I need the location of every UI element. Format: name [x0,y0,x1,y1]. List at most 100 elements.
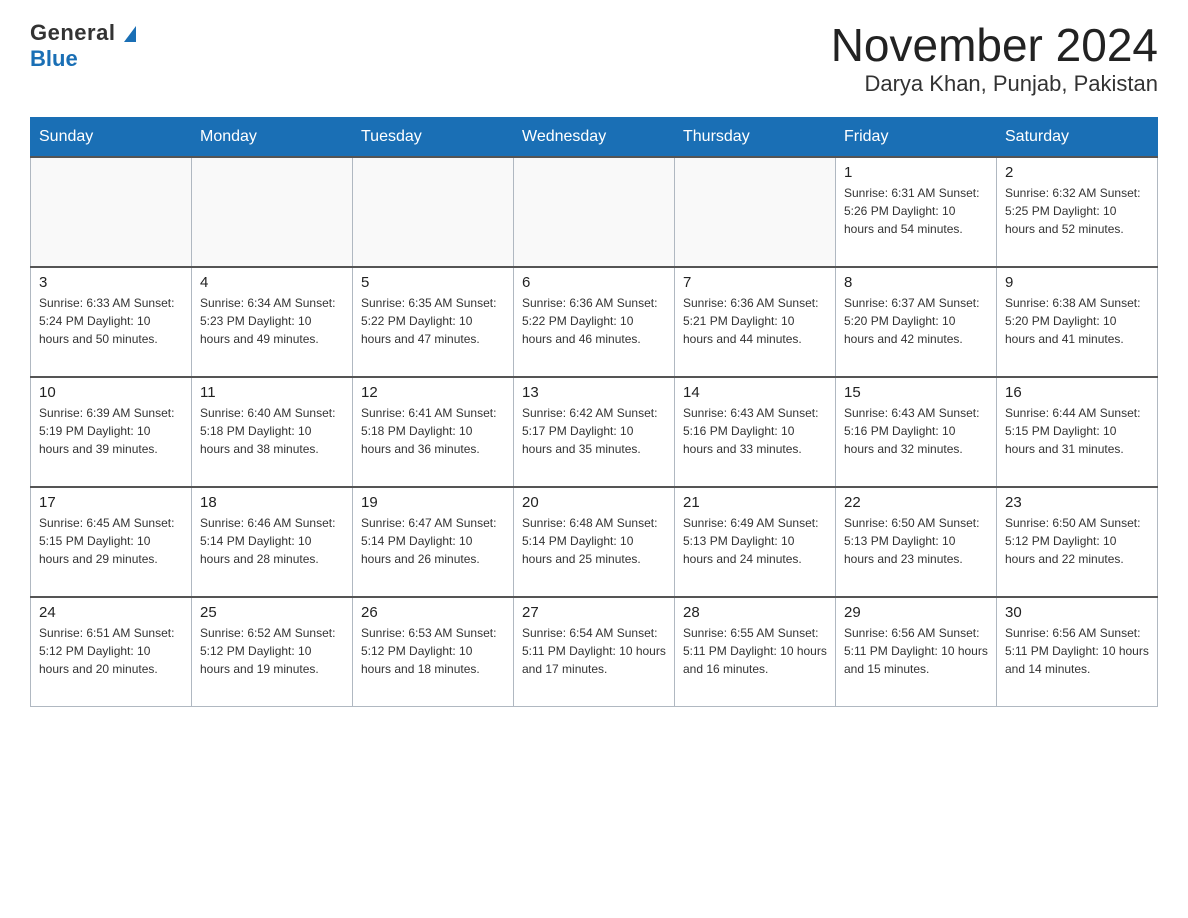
day-info: Sunrise: 6:51 AM Sunset: 5:12 PM Dayligh… [39,624,183,678]
day-info: Sunrise: 6:43 AM Sunset: 5:16 PM Dayligh… [683,404,827,458]
calendar-cell: 24Sunrise: 6:51 AM Sunset: 5:12 PM Dayli… [31,597,192,707]
day-number: 3 [39,274,183,291]
weekday-header-saturday: Saturday [997,117,1158,157]
day-number: 21 [683,494,827,511]
calendar-cell: 3 Sunrise: 6:33 AM Sunset: 5:24 PM Daylig… [31,267,192,377]
day-number: 19 [361,494,505,511]
logo-blue-label: Blue [30,46,78,72]
day-info: Sunrise: 6:39 AM Sunset: 5:19 PM Dayligh… [39,404,183,458]
day-number: 25 [200,604,344,621]
day-number: 26 [361,604,505,621]
calendar-cell: 4Sunrise: 6:34 AM Sunset: 5:23 PM Daylig… [192,267,353,377]
title-block: November 2024 Darya Khan, Punjab, Pakist… [831,20,1158,97]
calendar-cell: 9Sunrise: 6:38 AM Sunset: 5:20 PM Daylig… [997,267,1158,377]
day-info: Sunrise: 6:43 AM Sunset: 5:16 PM Dayligh… [844,404,988,458]
logo-triangle-icon [124,26,136,42]
logo-blue-text: Blue [30,46,78,72]
day-number: 17 [39,494,183,511]
day-number: 20 [522,494,666,511]
calendar-cell: 8 Sunrise: 6:37 AM Sunset: 5:20 PM Daylig… [836,267,997,377]
day-info: Sunrise: 6:37 AM Sunset: 5:20 PM Dayligh… [844,294,988,348]
day-number: 27 [522,604,666,621]
calendar-week-row: 1Sunrise: 6:31 AM Sunset: 5:26 PM Daylig… [31,157,1158,267]
calendar-week-row: 17 Sunrise: 6:45 AM Sunset: 5:15 PM Dayli… [31,487,1158,597]
day-info: Sunrise: 6:33 AM Sunset: 5:24 PM Dayligh… [39,294,183,348]
weekday-header-tuesday: Tuesday [353,117,514,157]
calendar-cell: 17 Sunrise: 6:45 AM Sunset: 5:15 PM Dayli… [31,487,192,597]
calendar-header-row: SundayMondayTuesdayWednesdayThursdayFrid… [31,117,1158,157]
calendar-cell [192,157,353,267]
day-number: 29 [844,604,988,621]
calendar-cell: 15 Sunrise: 6:43 AM Sunset: 5:16 PM Dayli… [836,377,997,487]
day-info: Sunrise: 6:41 AM Sunset: 5:18 PM Dayligh… [361,404,505,458]
day-number: 2 [1005,164,1149,181]
day-number: 16 [1005,384,1149,401]
calendar-cell: 28Sunrise: 6:55 AM Sunset: 5:11 PM Dayli… [675,597,836,707]
day-info: Sunrise: 6:35 AM Sunset: 5:22 PM Dayligh… [361,294,505,348]
calendar-cell: 30 Sunrise: 6:56 AM Sunset: 5:11 PM Dayli… [997,597,1158,707]
calendar-cell: 5 Sunrise: 6:35 AM Sunset: 5:22 PM Daylig… [353,267,514,377]
calendar-cell [353,157,514,267]
weekday-header-sunday: Sunday [31,117,192,157]
calendar-cell: 21 Sunrise: 6:49 AM Sunset: 5:13 PM Dayli… [675,487,836,597]
day-info: Sunrise: 6:56 AM Sunset: 5:11 PM Dayligh… [1005,624,1149,678]
day-number: 22 [844,494,988,511]
page-header: General Blue November 2024 Darya Khan, P… [30,20,1158,97]
day-info: Sunrise: 6:40 AM Sunset: 5:18 PM Dayligh… [200,404,344,458]
logo-general-label: General [30,20,115,45]
calendar-cell: 13 Sunrise: 6:42 AM Sunset: 5:17 PM Dayli… [514,377,675,487]
calendar-cell: 22 Sunrise: 6:50 AM Sunset: 5:13 PM Dayli… [836,487,997,597]
day-info: Sunrise: 6:32 AM Sunset: 5:25 PM Dayligh… [1005,184,1149,238]
location-subtitle: Darya Khan, Punjab, Pakistan [831,71,1158,97]
calendar-cell [31,157,192,267]
day-info: Sunrise: 6:44 AM Sunset: 5:15 PM Dayligh… [1005,404,1149,458]
day-number: 7 [683,274,827,291]
month-year-title: November 2024 [831,20,1158,71]
weekday-header-friday: Friday [836,117,997,157]
calendar-cell: 11 Sunrise: 6:40 AM Sunset: 5:18 PM Dayli… [192,377,353,487]
calendar-cell: 23 Sunrise: 6:50 AM Sunset: 5:12 PM Dayli… [997,487,1158,597]
day-info: Sunrise: 6:36 AM Sunset: 5:22 PM Dayligh… [522,294,666,348]
day-info: Sunrise: 6:49 AM Sunset: 5:13 PM Dayligh… [683,514,827,568]
calendar-week-row: 24Sunrise: 6:51 AM Sunset: 5:12 PM Dayli… [31,597,1158,707]
calendar-cell: 1Sunrise: 6:31 AM Sunset: 5:26 PM Daylig… [836,157,997,267]
day-info: Sunrise: 6:50 AM Sunset: 5:12 PM Dayligh… [1005,514,1149,568]
calendar-cell: 7Sunrise: 6:36 AM Sunset: 5:21 PM Daylig… [675,267,836,377]
day-number: 13 [522,384,666,401]
day-number: 11 [200,384,344,401]
calendar-cell [514,157,675,267]
calendar-cell: 29Sunrise: 6:56 AM Sunset: 5:11 PM Dayli… [836,597,997,707]
day-info: Sunrise: 6:48 AM Sunset: 5:14 PM Dayligh… [522,514,666,568]
day-number: 15 [844,384,988,401]
calendar-cell: 2 Sunrise: 6:32 AM Sunset: 5:25 PM Daylig… [997,157,1158,267]
calendar-week-row: 10 Sunrise: 6:39 AM Sunset: 5:19 PM Dayli… [31,377,1158,487]
calendar-cell: 25 Sunrise: 6:52 AM Sunset: 5:12 PM Dayli… [192,597,353,707]
calendar-cell: 16 Sunrise: 6:44 AM Sunset: 5:15 PM Dayli… [997,377,1158,487]
calendar-cell: 26 Sunrise: 6:53 AM Sunset: 5:12 PM Dayli… [353,597,514,707]
day-info: Sunrise: 6:52 AM Sunset: 5:12 PM Dayligh… [200,624,344,678]
day-number: 23 [1005,494,1149,511]
day-info: Sunrise: 6:42 AM Sunset: 5:17 PM Dayligh… [522,404,666,458]
day-info: Sunrise: 6:53 AM Sunset: 5:12 PM Dayligh… [361,624,505,678]
calendar-cell: 6Sunrise: 6:36 AM Sunset: 5:22 PM Daylig… [514,267,675,377]
calendar-cell: 12 Sunrise: 6:41 AM Sunset: 5:18 PM Dayli… [353,377,514,487]
calendar-cell: 14 Sunrise: 6:43 AM Sunset: 5:16 PM Dayli… [675,377,836,487]
day-number: 8 [844,274,988,291]
day-number: 10 [39,384,183,401]
day-info: Sunrise: 6:50 AM Sunset: 5:13 PM Dayligh… [844,514,988,568]
day-info: Sunrise: 6:45 AM Sunset: 5:15 PM Dayligh… [39,514,183,568]
day-info: Sunrise: 6:54 AM Sunset: 5:11 PM Dayligh… [522,624,666,678]
logo: General Blue [30,20,136,72]
calendar-cell: 27 Sunrise: 6:54 AM Sunset: 5:11 PM Dayli… [514,597,675,707]
day-number: 28 [683,604,827,621]
logo-general-text: General [30,20,136,46]
calendar-week-row: 3 Sunrise: 6:33 AM Sunset: 5:24 PM Daylig… [31,267,1158,377]
calendar-cell: 20 Sunrise: 6:48 AM Sunset: 5:14 PM Dayli… [514,487,675,597]
day-number: 14 [683,384,827,401]
day-number: 12 [361,384,505,401]
day-number: 30 [1005,604,1149,621]
day-number: 18 [200,494,344,511]
day-number: 5 [361,274,505,291]
calendar-table: SundayMondayTuesdayWednesdayThursdayFrid… [30,117,1158,708]
calendar-cell: 18Sunrise: 6:46 AM Sunset: 5:14 PM Dayli… [192,487,353,597]
